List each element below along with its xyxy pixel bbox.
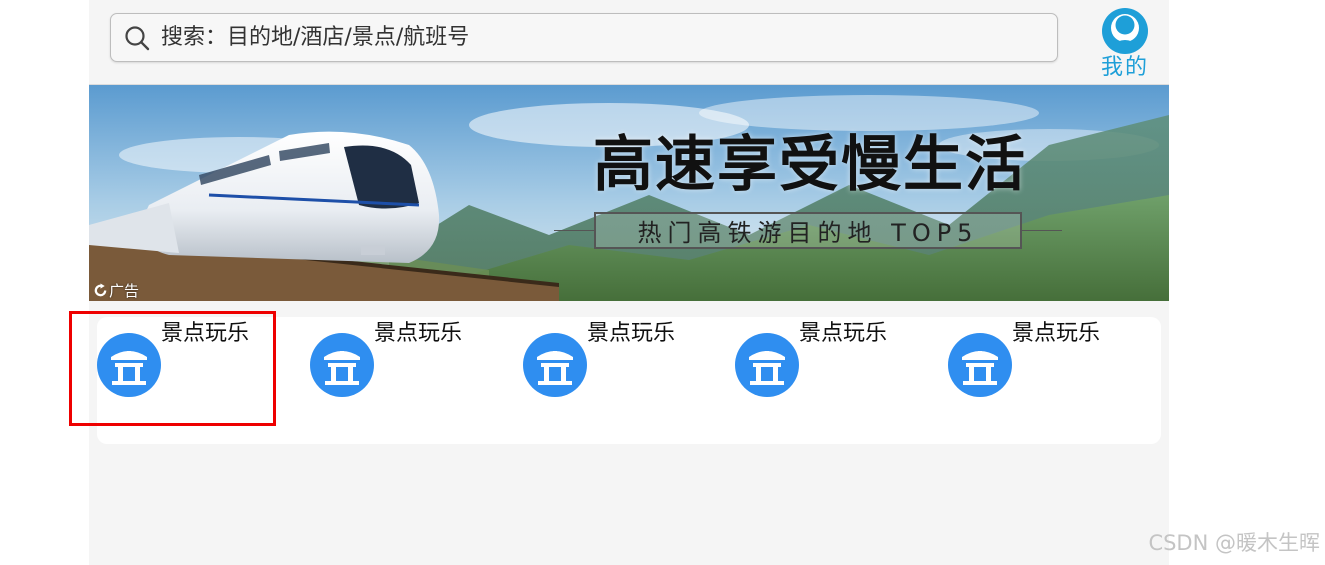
category-item[interactable]: 景点玩乐 — [310, 317, 510, 417]
search-icon — [123, 24, 151, 52]
gate-icon — [735, 333, 799, 397]
refresh-icon — [94, 282, 107, 296]
search-input[interactable] — [161, 17, 1045, 58]
gate-icon — [310, 333, 374, 397]
category-item[interactable]: 景点玩乐 — [735, 317, 935, 417]
banner-subtitle-frame: 热门高铁游目的地 TOP5 — [554, 212, 1062, 249]
ad-tag: 广告 — [93, 280, 139, 300]
gate-icon — [523, 333, 587, 397]
category-label: 景点玩乐 — [799, 321, 888, 346]
banner-subtitle: 热门高铁游目的地 TOP5 — [637, 219, 979, 247]
gate-icon — [948, 333, 1012, 397]
category-item[interactable]: 景点玩乐 — [523, 317, 723, 417]
category-card: 景点玩乐 景点玩乐 景点玩乐 景点玩乐 景点玩乐 — [97, 317, 1161, 444]
search-bar[interactable] — [110, 13, 1058, 62]
category-item[interactable]: 景点玩乐 — [948, 317, 1148, 417]
profile-button[interactable]: 我的 — [1092, 6, 1158, 82]
category-item[interactable]: 景点玩乐 — [97, 317, 297, 417]
avatar-icon — [1102, 8, 1148, 54]
app-container: 我的 — [89, 0, 1169, 565]
gate-icon — [97, 333, 161, 397]
category-label: 景点玩乐 — [374, 321, 463, 346]
watermark: CSDN @暖木生晖 — [1148, 531, 1320, 555]
ad-label: 广告 — [109, 281, 140, 300]
category-label: 景点玩乐 — [161, 321, 250, 346]
ad-banner[interactable]: 高速享受慢生活 热门高铁游目的地 TOP5 广告 — [89, 85, 1169, 301]
page: 我的 — [0, 0, 1325, 565]
category-label: 景点玩乐 — [1012, 321, 1101, 346]
category-label: 景点玩乐 — [587, 321, 676, 346]
banner-title: 高速享受慢生活 — [593, 130, 1027, 200]
profile-label: 我的 — [1100, 55, 1149, 80]
